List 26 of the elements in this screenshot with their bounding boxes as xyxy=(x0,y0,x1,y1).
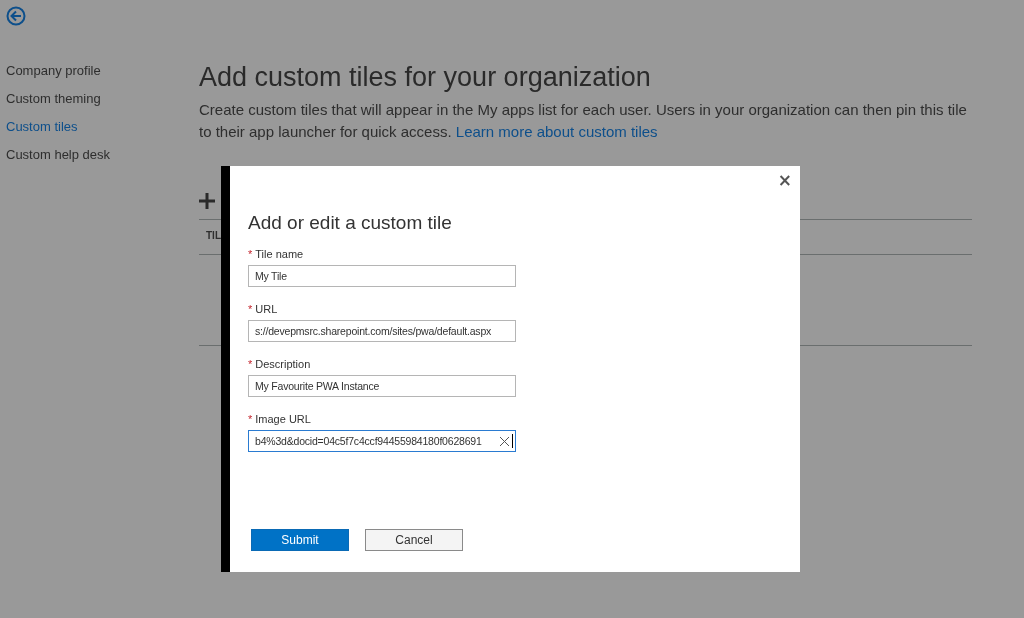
back-icon[interactable] xyxy=(6,6,26,26)
text-cursor xyxy=(512,434,513,448)
text-field[interactable]: s://devepmsrc.sharepoint.com/sites/pwa/default.aspx xyxy=(248,320,516,342)
sidebar-link[interactable]: Company profile xyxy=(6,61,111,80)
page-title: Add custom tiles for your organization xyxy=(199,62,652,93)
page-description: Create custom tiles that will appear in the My apps list for each user. Users in your organization can then pin this tile to their app launcher for quick access. Learn more about custom tiles xyxy=(199,100,968,142)
close-button[interactable]: × xyxy=(775,170,794,190)
cancel-button[interactable]: Cancel xyxy=(365,529,463,551)
required-marker: * xyxy=(248,358,253,370)
sidebar-link[interactable]: Custom help desk xyxy=(6,145,111,164)
text-field[interactable]: My Favourite PWA Instance xyxy=(248,375,516,397)
field-label: Description xyxy=(255,358,311,370)
sidebar-link[interactable]: Custom theming xyxy=(6,89,111,108)
required-marker: * xyxy=(248,413,253,425)
field-label: URL xyxy=(255,303,278,315)
required-marker: * xyxy=(248,303,253,315)
text-field[interactable]: b4%3d&docid=04c5f7c4ccf94455984180f0628691 xyxy=(248,430,516,452)
dialog-title: Add or edit a custom tile xyxy=(248,212,452,234)
field-label: Tile name xyxy=(255,248,304,260)
column-header: TIL xyxy=(206,230,221,241)
add-icon[interactable] xyxy=(199,193,215,209)
required-marker: * xyxy=(248,248,253,260)
field-label: Image URL xyxy=(255,413,311,425)
clear-icon[interactable] xyxy=(500,436,509,446)
submit-button[interactable]: Submit xyxy=(251,529,349,551)
text-field[interactable]: My Tile xyxy=(248,265,516,287)
